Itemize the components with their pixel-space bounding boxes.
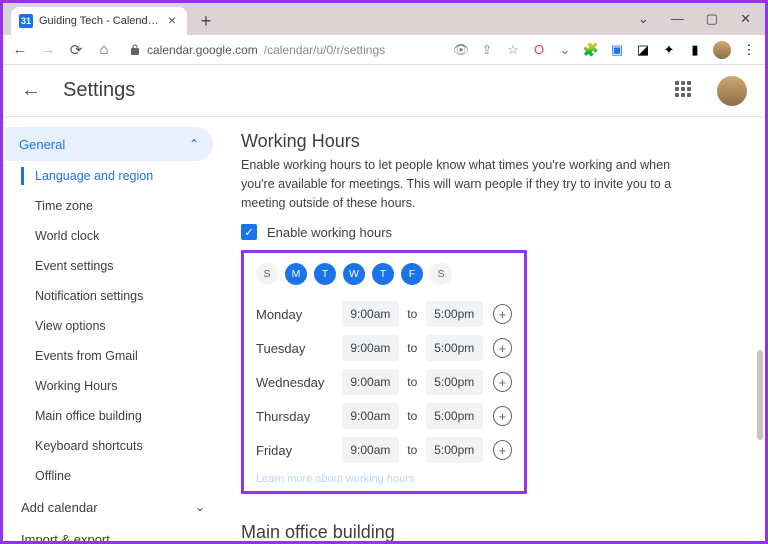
add-time-button[interactable]: + xyxy=(493,372,512,392)
sidebar-item-timezone[interactable]: Time zone xyxy=(3,191,223,221)
day-label: Monday xyxy=(256,307,342,322)
day-label: Wednesday xyxy=(256,375,342,390)
profile-avatar-small[interactable] xyxy=(713,41,731,59)
ext-icon-3[interactable]: ◪ xyxy=(635,42,651,58)
url-path: /calendar/u/0/r/settings xyxy=(264,43,385,57)
sidebar-group-addcalendar[interactable]: Add calendar ⌄ xyxy=(3,491,223,523)
day-chip-T[interactable]: T xyxy=(372,263,394,285)
tab-title: Guiding Tech - Calendar - Gener xyxy=(39,15,159,27)
eye-icon[interactable]: 👁 xyxy=(453,42,469,58)
hours-row: Friday9:00amto5:00pm + xyxy=(256,433,512,467)
day-chip-M[interactable]: M xyxy=(285,263,307,285)
add-time-button[interactable]: + xyxy=(493,406,512,426)
menu-icon[interactable]: ⋮ xyxy=(741,42,757,58)
working-hours-panel: SMTWTFS Monday9:00amto5:00pm+Tuesday9:00… xyxy=(241,250,527,494)
minimize-icon[interactable]: — xyxy=(671,11,684,27)
ext-icon-1[interactable]: 🧩 xyxy=(583,42,599,58)
sidebar-item-offline[interactable]: Offline xyxy=(3,461,223,491)
start-time-input[interactable]: 9:00am xyxy=(342,301,399,327)
sidebar-item-officebuilding[interactable]: Main office building xyxy=(3,401,223,431)
to-label: to xyxy=(399,307,426,321)
new-tab-button[interactable]: + xyxy=(193,8,219,34)
lock-icon xyxy=(129,44,141,56)
opera-ext-icon[interactable]: O xyxy=(531,42,547,58)
browser-tab[interactable]: 31 Guiding Tech - Calendar - Gener × xyxy=(11,7,187,35)
sidebar-item-language[interactable]: Language and region xyxy=(3,161,223,191)
end-time-input[interactable]: 5:00pm xyxy=(426,335,483,361)
hours-row: Tuesday9:00amto5:00pm + xyxy=(256,331,512,365)
end-time-input[interactable]: 5:00pm xyxy=(426,301,483,327)
start-time-input[interactable]: 9:00am xyxy=(342,437,399,463)
sidebar-item-worldclock[interactable]: World clock xyxy=(3,221,223,251)
sidebar-item-keyboard[interactable]: Keyboard shortcuts xyxy=(3,431,223,461)
day-label: Friday xyxy=(256,443,342,458)
account-avatar[interactable] xyxy=(717,76,747,106)
sidebar-item-viewoptions[interactable]: View options xyxy=(3,311,223,341)
day-chip-S[interactable]: S xyxy=(430,263,452,285)
end-time-input[interactable]: 5:00pm xyxy=(426,369,483,395)
end-time-input[interactable]: 5:00pm xyxy=(426,403,483,429)
enable-working-hours-label: Enable working hours xyxy=(267,225,392,240)
add-time-button[interactable]: + xyxy=(493,338,512,358)
start-time-input[interactable]: 9:00am xyxy=(342,403,399,429)
working-hours-desc: Enable working hours to let people know … xyxy=(241,156,701,212)
hours-row: Thursday9:00amto5:00pm + xyxy=(256,399,512,433)
sidebar-item-eventsettings[interactable]: Event settings xyxy=(3,251,223,281)
page-title: Settings xyxy=(63,79,135,102)
extensions-icon[interactable]: ✦ xyxy=(661,42,677,58)
day-label: Thursday xyxy=(256,409,342,424)
back-button[interactable]: ← xyxy=(11,41,29,59)
settings-back-button[interactable]: ← xyxy=(21,79,41,102)
sidebar-group-import[interactable]: Import & export xyxy=(3,523,223,541)
chevron-up-icon: ⌃ xyxy=(189,137,199,151)
sidebar-item-workinghours[interactable]: Working Hours xyxy=(3,371,223,401)
share-icon[interactable]: ⇪ xyxy=(479,42,495,58)
chevron-down-icon: ⌄ xyxy=(195,500,205,514)
start-time-input[interactable]: 9:00am xyxy=(342,369,399,395)
day-chip-T[interactable]: T xyxy=(314,263,336,285)
start-time-input[interactable]: 9:00am xyxy=(342,335,399,361)
url-host: calendar.google.com xyxy=(147,43,258,57)
forward-button[interactable]: → xyxy=(39,41,57,59)
scrollbar[interactable] xyxy=(757,350,763,440)
google-apps-icon[interactable] xyxy=(675,81,695,101)
close-tab-icon[interactable]: × xyxy=(165,14,179,28)
add-time-button[interactable]: + xyxy=(493,304,512,324)
sidebar-item-gmailevents[interactable]: Events from Gmail xyxy=(3,341,223,371)
hours-row: Monday9:00amto5:00pm + xyxy=(256,297,512,331)
reload-button[interactable]: ⟳ xyxy=(67,41,85,59)
star-icon[interactable]: ☆ xyxy=(505,42,521,58)
office-building-title: Main office building xyxy=(241,522,747,541)
day-chip-S[interactable]: S xyxy=(256,263,278,285)
chevron-down-icon[interactable]: ⌄ xyxy=(638,11,649,27)
add-time-button[interactable]: + xyxy=(493,440,512,460)
enable-working-hours-checkbox[interactable]: ✓ xyxy=(241,224,257,240)
end-time-input[interactable]: 5:00pm xyxy=(426,437,483,463)
sidebar-group-general[interactable]: General ⌃ xyxy=(5,127,213,161)
day-chip-F[interactable]: F xyxy=(401,263,423,285)
learn-more-link[interactable]: Learn more about working hours xyxy=(256,473,512,485)
sidebar-group-label: General xyxy=(19,137,65,152)
to-label: to xyxy=(399,375,426,389)
bookmarks-icon[interactable]: ▮ xyxy=(687,42,703,58)
close-window-icon[interactable]: ✕ xyxy=(740,11,751,27)
settings-sidebar: General ⌃ Language and region Time zone … xyxy=(3,117,223,541)
day-chip-W[interactable]: W xyxy=(343,263,365,285)
maximize-icon[interactable]: ▢ xyxy=(706,11,718,27)
day-label: Tuesday xyxy=(256,341,342,356)
to-label: to xyxy=(399,341,426,355)
address-bar[interactable]: calendar.google.com/calendar/u/0/r/setti… xyxy=(123,43,443,57)
ext-icon-2[interactable]: ▣ xyxy=(609,42,625,58)
working-hours-title: Working Hours xyxy=(241,131,747,152)
pocket-ext-icon[interactable]: ⌄ xyxy=(557,42,573,58)
to-label: to xyxy=(399,443,426,457)
to-label: to xyxy=(399,409,426,423)
home-button[interactable]: ⌂ xyxy=(95,41,113,59)
calendar-favicon: 31 xyxy=(19,14,33,28)
sidebar-item-notifications[interactable]: Notification settings xyxy=(3,281,223,311)
hours-row: Wednesday9:00amto5:00pm + xyxy=(256,365,512,399)
